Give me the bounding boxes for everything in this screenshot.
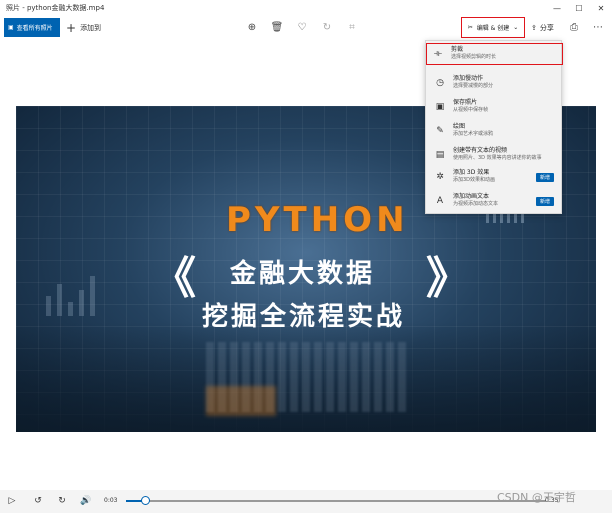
python-logo: PYTHON bbox=[226, 200, 409, 240]
rotate-icon[interactable]: ↻ bbox=[321, 22, 333, 34]
seek-bar-thumb[interactable] bbox=[140, 496, 150, 505]
share-icon: ⇪ bbox=[531, 23, 537, 32]
see-all-photos-label: 查看所有照片 bbox=[16, 25, 53, 32]
edit-create-label: 编辑 & 创建 bbox=[476, 25, 510, 32]
photos-icon: ▣ bbox=[8, 24, 14, 31]
new-badge: 新增 bbox=[535, 197, 554, 206]
volume-icon[interactable]: 🔊 bbox=[80, 495, 92, 507]
menu-item-desc: 从视频中保存帧 bbox=[453, 107, 489, 113]
watermark: CSDN @王宇哲 bbox=[497, 491, 576, 504]
delete-icon[interactable]: 🗑 bbox=[271, 22, 284, 34]
menu-item-animated-text[interactable]: A 添加动画文本 为视频添加动态文本 新增 bbox=[429, 191, 560, 213]
slow-motion-icon: ◷ bbox=[436, 78, 444, 88]
decor-bars-left bbox=[46, 276, 95, 316]
animated-text-icon: A bbox=[436, 196, 444, 206]
draw-icon: ✎ bbox=[436, 126, 444, 136]
video-title-line2: 挖掘全流程实战 bbox=[202, 302, 406, 332]
play-icon[interactable]: ▷ bbox=[6, 495, 18, 507]
menu-item-label: 剪裁 bbox=[451, 46, 464, 53]
menu-item-draw[interactable]: ✎ 绘图 添加艺术字或涂鸦 bbox=[429, 121, 560, 143]
edit-icon: ✂ bbox=[467, 24, 473, 31]
menu-item-label: 创建带有文本的视频 bbox=[453, 147, 508, 154]
crop-icon[interactable]: ⌗ bbox=[346, 22, 358, 34]
rewind-icon[interactable]: ↺ bbox=[32, 495, 44, 507]
share-label: 分享 bbox=[539, 23, 554, 32]
menu-item-label: 绘图 bbox=[453, 123, 466, 130]
close-button[interactable]: ✕ bbox=[590, 0, 612, 16]
chevron-down-icon: ⌄ bbox=[513, 24, 519, 31]
toolbar: ▣ 查看所有照片 + 添加到 ⊕ 🗑 ♡ ↻ ⌗ ✂ 编辑 & 创建 ⌄ ⇪ 分… bbox=[0, 16, 612, 40]
share-button[interactable]: ⇪ 分享 bbox=[531, 18, 554, 37]
menu-item-desc: 添加3D效果和动画 bbox=[453, 177, 496, 183]
edit-create-menu: ⟛ 剪裁 选择视频剪辑的时长 ◷ 添加慢动作 选择要减慢的部分 ▣ 保存照片 从视频中… bbox=[425, 40, 563, 214]
menu-item-create-video[interactable]: ▤ 创建带有文本的视频 使用照片、3D 效果等内容讲述你的故事 bbox=[429, 145, 560, 167]
menu-item-desc: 添加艺术字或涂鸦 bbox=[453, 131, 494, 137]
title-bar: 照片 - python金融大数据.mp4 — ☐ ✕ bbox=[0, 0, 612, 16]
right-tools: ⎙ ⋯ bbox=[568, 18, 604, 37]
logo-reflection bbox=[206, 386, 276, 416]
menu-item-3d-effects[interactable]: ✲ 添加 3D 效果 添加3D效果和动画 新增 bbox=[429, 167, 560, 189]
edit-create-button[interactable]: ✂ 编辑 & 创建 ⌄ bbox=[461, 17, 525, 38]
more-icon[interactable]: ⋯ bbox=[592, 22, 604, 34]
new-badge: 新增 bbox=[535, 173, 554, 182]
menu-item-desc: 使用照片、3D 效果等内容讲述你的故事 bbox=[453, 155, 542, 161]
current-time: 0:03 bbox=[104, 497, 118, 504]
left-bracket: 《 bbox=[152, 253, 196, 304]
right-bracket: 》 bbox=[426, 253, 470, 304]
zoom-icon[interactable]: ⊕ bbox=[246, 22, 258, 34]
menu-item-label: 保存照片 bbox=[453, 99, 478, 106]
add-to-button[interactable]: + 添加到 bbox=[66, 18, 101, 37]
trim-icon: ⟛ bbox=[433, 49, 443, 59]
menu-item-desc: 选择视频剪辑的时长 bbox=[451, 54, 497, 60]
menu-item-desc: 为视频添加动态文本 bbox=[453, 201, 499, 207]
print-icon[interactable]: ⎙ bbox=[568, 22, 580, 34]
maximize-button[interactable]: ☐ bbox=[568, 0, 590, 16]
menu-item-slow-motion[interactable]: ◷ 添加慢动作 选择要减慢的部分 bbox=[429, 73, 560, 95]
menu-item-label: 添加动画文本 bbox=[453, 193, 490, 200]
seek-bar[interactable] bbox=[126, 496, 546, 505]
window-title: 照片 - python金融大数据.mp4 bbox=[6, 4, 105, 12]
menu-item-trim[interactable]: ⟛ 剪裁 选择视频剪辑的时长 bbox=[426, 43, 563, 65]
video-title-line1: 金融大数据 bbox=[230, 259, 376, 289]
menu-item-label: 添加 3D 效果 bbox=[453, 169, 490, 176]
window-controls: — ☐ ✕ bbox=[546, 0, 612, 16]
save-photo-icon: ▣ bbox=[435, 102, 445, 112]
add-to-label: 添加到 bbox=[80, 23, 102, 32]
minimize-button[interactable]: — bbox=[546, 0, 568, 16]
see-all-photos-button[interactable]: ▣ 查看所有照片 bbox=[4, 18, 60, 37]
menu-item-label: 添加慢动作 bbox=[453, 75, 484, 82]
forward-icon[interactable]: ↻ bbox=[56, 495, 68, 507]
menu-item-save-photo[interactable]: ▣ 保存照片 从视频中保存帧 bbox=[429, 97, 560, 119]
menu-item-desc: 选择要减慢的部分 bbox=[453, 83, 494, 89]
effects-3d-icon: ✲ bbox=[436, 172, 444, 182]
create-video-icon: ▤ bbox=[435, 150, 445, 160]
favorite-icon[interactable]: ♡ bbox=[296, 22, 308, 34]
plus-icon: + bbox=[66, 20, 77, 35]
center-tools: ⊕ 🗑 ♡ ↻ ⌗ bbox=[246, 18, 358, 37]
